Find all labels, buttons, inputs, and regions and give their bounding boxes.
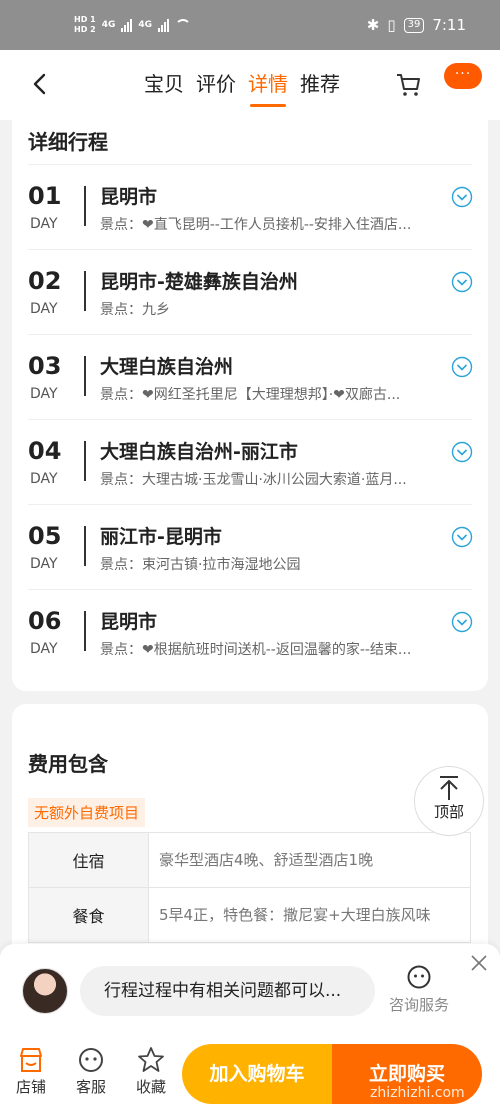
cart-icon[interactable] — [394, 70, 422, 98]
day-spots: 景点：❤直飞昆明--工作人员接机--安排入住酒店... — [100, 217, 412, 233]
tab-recommend[interactable]: 推荐 — [300, 68, 340, 107]
day-row[interactable]: 01 DAY 昆明市 景点：❤直飞昆明--工作人员接机--安排入住酒店... — [12, 164, 488, 249]
cost-value: 豪华型酒店4晚、舒适型酒店1晚 — [148, 833, 471, 887]
service-label: 客服 — [75, 1078, 106, 1096]
day-number: 03 — [28, 352, 62, 380]
chat-face-icon — [407, 965, 431, 989]
itinerary-card: 详细行程 01 DAY 昆明市 景点：❤直飞昆明--工作人员接机--安排入住酒店… — [12, 120, 488, 691]
cost-value: 5早4正，特色餐：撒尼宴+大理白族风味 — [148, 888, 471, 942]
cost-key: 餐食 — [28, 888, 148, 942]
day-row[interactable]: 05 DAY 丽江市-昆明市 景点：束河古镇·拉市海湿地公园 — [12, 504, 488, 589]
expand-chevron-icon[interactable] — [451, 611, 473, 633]
expand-chevron-icon[interactable] — [451, 271, 473, 293]
net1-label: 4G — [101, 20, 116, 30]
day-separator — [84, 271, 86, 311]
shop-button[interactable]: 店铺 — [8, 1046, 54, 1097]
hd1-label: HD 1 — [74, 15, 96, 24]
customer-service-button[interactable]: 客服 — [68, 1046, 114, 1097]
itinerary-title: 详细行程 — [28, 130, 108, 154]
day-spots: 景点：九乡 — [100, 302, 170, 318]
day-row[interactable]: 02 DAY 昆明市-楚雄彝族自治州 景点：九乡 — [12, 249, 488, 334]
favorite-label: 收藏 — [135, 1078, 166, 1096]
consult-service-button[interactable]: 咨询服务 — [384, 964, 454, 1015]
day-row[interactable]: 03 DAY 大理白族自治州 景点：❤网红圣托里尼【大理理想邦】·❤双廊古... — [12, 334, 488, 419]
clock: 7:11 — [432, 16, 466, 34]
day-number: 01 — [28, 182, 62, 210]
hd-indicator: HD 1 HD 2 — [74, 15, 96, 35]
tab-bar: 宝贝 评价 详情 推荐 — [144, 68, 340, 107]
day-separator — [84, 611, 86, 651]
shop-label: 店铺 — [15, 1078, 46, 1096]
signal-icon — [121, 18, 133, 32]
expand-chevron-icon[interactable] — [451, 356, 473, 378]
hd2-label: HD 2 — [74, 25, 96, 34]
day-spots: 景点：大理古城·玉龙雪山·冰川公园大索道·蓝月... — [100, 472, 407, 488]
net2-label: 4G — [138, 20, 152, 30]
cost-table: 住宿 豪华型酒店4晚、舒适型酒店1晚 餐食 5早4正，特色餐：撒尼宴+大理白族风… — [28, 832, 471, 943]
day-separator — [84, 441, 86, 481]
day-city: 昆明市 — [100, 186, 158, 208]
chat-message-bubble[interactable]: 行程过程中有相关问题都可以... — [80, 966, 375, 1016]
close-icon[interactable] — [470, 954, 488, 972]
day-label: DAY — [30, 556, 58, 572]
service-face-icon — [79, 1048, 103, 1072]
day-row[interactable]: 06 DAY 昆明市 景点：❤根据航班时间送机--返回温馨的家--结束... — [12, 589, 488, 674]
chat-prompt-bar: 行程过程中有相关问题都可以... 咨询服务 — [0, 944, 500, 1038]
bluetooth-icon: ✱ — [366, 16, 380, 34]
tab-reviews[interactable]: 评价 — [196, 68, 236, 107]
day-label: DAY — [30, 386, 58, 402]
table-row: 餐食 5早4正，特色餐：撒尼宴+大理白族风味 — [28, 888, 471, 943]
consult-label: 咨询服务 — [388, 996, 449, 1014]
day-row[interactable]: 04 DAY 大理白族自治州-丽江市 景点：大理古城·玉龙雪山·冰川公园大索道·… — [12, 419, 488, 504]
avatar — [22, 968, 68, 1014]
day-number: 04 — [28, 437, 62, 465]
day-city: 丽江市-昆明市 — [100, 526, 222, 548]
table-row: 住宿 豪华型酒店4晚、舒适型酒店1晚 — [28, 833, 471, 888]
favorite-button[interactable]: 收藏 — [128, 1046, 174, 1097]
add-to-cart-button[interactable]: 加入购物车 — [182, 1044, 332, 1104]
no-extra-fee-badge: 无额外自费项目 — [28, 798, 146, 827]
day-number: 05 — [28, 522, 62, 550]
status-bar: HD 1 HD 2 4G 4G ✱ ▯ 39 7:11 — [0, 0, 500, 50]
expand-chevron-icon[interactable] — [451, 526, 473, 548]
day-separator — [84, 186, 86, 226]
day-city: 大理白族自治州-丽江市 — [100, 441, 298, 463]
cost-card: 费用包含 无额外自费项目 住宿 豪华型酒店4晚、舒适型酒店1晚 餐食 5早4正，… — [12, 704, 488, 964]
day-label: DAY — [30, 471, 58, 487]
expand-chevron-icon[interactable] — [451, 441, 473, 463]
cost-key: 住宿 — [28, 833, 148, 887]
cost-title: 费用包含 — [28, 752, 108, 776]
back-to-top-button[interactable]: 顶部 — [414, 766, 484, 836]
tab-details[interactable]: 详情 — [248, 68, 288, 107]
day-separator — [84, 526, 86, 566]
vibrate-icon: ▯ — [387, 16, 396, 34]
top-header: 宝贝 评价 详情 推荐 ··· — [0, 50, 500, 120]
status-left: HD 1 HD 2 4G 4G — [74, 15, 191, 35]
day-city: 昆明市 — [100, 611, 158, 633]
shop-icon — [20, 1048, 42, 1072]
star-icon — [138, 1047, 164, 1072]
battery-icon: 39 — [403, 17, 425, 33]
day-label: DAY — [30, 641, 58, 657]
day-separator — [84, 356, 86, 396]
day-spots: 景点：❤根据航班时间送机--返回温馨的家--结束... — [100, 642, 412, 658]
day-spots: 景点：束河古镇·拉市海湿地公园 — [100, 557, 301, 573]
back-arrow-icon[interactable] — [26, 70, 54, 98]
day-city: 大理白族自治州 — [100, 356, 234, 378]
signal-icon-2 — [158, 18, 169, 32]
wifi-icon — [175, 19, 191, 31]
arrow-up-icon — [440, 776, 458, 800]
more-button[interactable]: ··· — [444, 63, 482, 89]
day-number: 02 — [28, 267, 62, 295]
tab-item[interactable]: 宝贝 — [144, 68, 184, 107]
day-number: 06 — [28, 607, 62, 635]
back-to-top-label: 顶部 — [433, 803, 464, 821]
status-right: ✱ ▯ 39 7:11 — [367, 16, 466, 34]
day-city: 昆明市-楚雄彝族自治州 — [100, 271, 298, 293]
day-spots: 景点：❤网红圣托里尼【大理理想邦】·❤双廊古... — [100, 387, 401, 403]
day-label: DAY — [30, 301, 58, 317]
day-label: DAY — [30, 216, 58, 232]
expand-chevron-icon[interactable] — [451, 186, 473, 208]
watermark: zhizhizhi.com — [370, 1085, 465, 1101]
